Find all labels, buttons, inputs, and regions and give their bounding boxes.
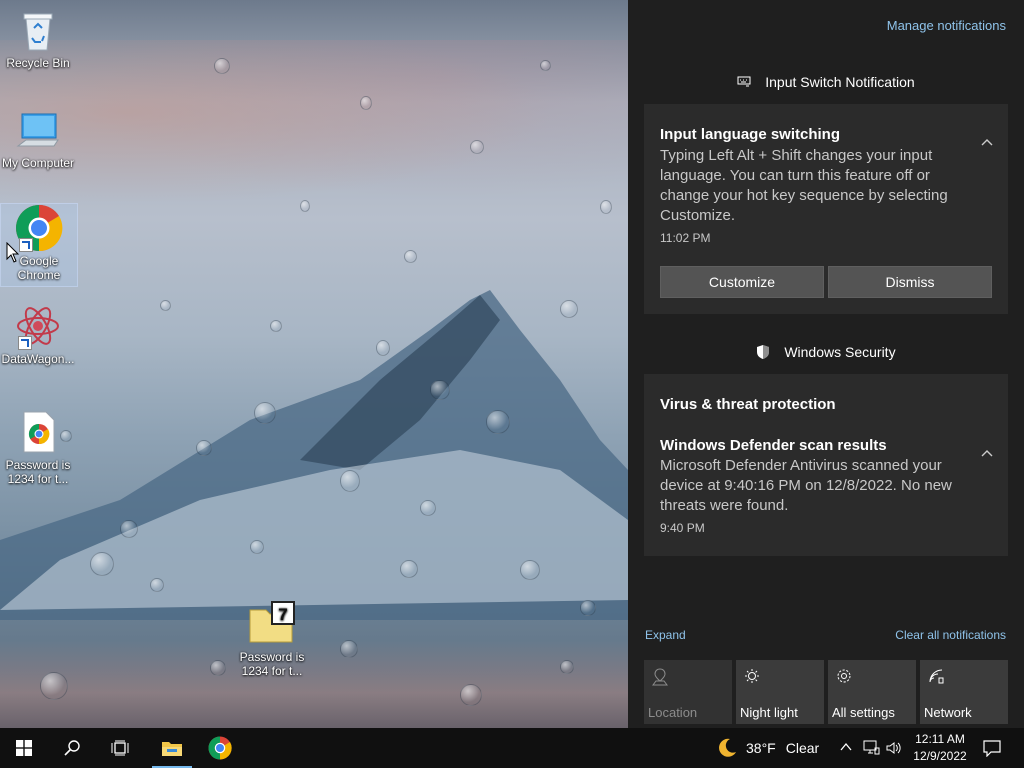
clock-time: 12:11 AM — [915, 732, 965, 746]
notification-title: Input language switching — [660, 126, 840, 143]
chevron-up-icon[interactable] — [980, 136, 994, 150]
chevron-up-icon[interactable] — [980, 447, 994, 461]
notification-input-language[interactable]: Input language switching Typing Left Alt… — [644, 104, 1008, 314]
quick-action-night-light[interactable]: Night light — [736, 660, 824, 724]
desktop-icon-password-archive[interactable]: 7 Password is 1234 for t... — [234, 600, 310, 678]
task-view-icon — [111, 740, 129, 756]
clock-date: 12/9/2022 — [913, 749, 967, 763]
desktop-icon-label: Recycle Bin — [6, 56, 70, 70]
shortcut-arrow-icon — [19, 238, 33, 252]
notification-body: Typing Left Alt + Shift changes your inp… — [660, 147, 948, 224]
notification-body: Microsoft Defender Antivirus scanned you… — [660, 457, 952, 514]
chrome-icon — [15, 204, 63, 252]
dismiss-button[interactable]: Dismiss — [828, 266, 992, 298]
desktop-icon-datawagon[interactable]: DataWagon... — [0, 302, 76, 366]
search-button[interactable] — [48, 728, 96, 768]
shield-icon — [756, 344, 770, 363]
weather-condition: Clear — [785, 740, 820, 756]
taskbar-chrome[interactable] — [196, 728, 244, 768]
group-header-input-switch: Input Switch Notification — [628, 74, 1024, 91]
quick-action-label: Night light — [740, 705, 798, 720]
action-center: Manage notifications Input Switch Notifi… — [628, 0, 1024, 728]
manage-notifications-link[interactable]: Manage notifications — [887, 18, 1006, 33]
weather-widget[interactable]: 38°F Clear — [716, 728, 819, 768]
archive-file-icon: 7 — [248, 600, 296, 648]
notification-time: 9:40 PM — [660, 521, 705, 535]
desktop[interactable]: Recycle Bin My Computer Google Chrome Da… — [0, 0, 628, 728]
chevron-up-icon[interactable] — [840, 742, 852, 752]
start-button[interactable] — [0, 728, 48, 768]
notification-time: 11:02 PM — [660, 231, 711, 245]
chrome-icon — [208, 736, 232, 760]
datawagon-icon — [14, 302, 62, 350]
desktop-icon-label: DataWagon... — [1, 352, 75, 366]
group-header-label: Input Switch Notification — [765, 74, 915, 90]
wallpaper-horizon — [0, 640, 628, 728]
quick-action-label: Network — [924, 705, 972, 720]
taskbar: 38°F Clear 12:11 AM 12/9/2022 — [0, 728, 1024, 768]
quick-action-label: Location — [648, 705, 698, 720]
taskbar-clock[interactable]: 12:11 AM 12/9/2022 — [908, 731, 972, 765]
computer-icon — [14, 106, 62, 154]
keyboard-icon — [737, 75, 751, 91]
task-view-button[interactable] — [96, 728, 144, 768]
night-light-icon — [745, 669, 759, 683]
location-icon — [652, 668, 668, 686]
desktop-icon-label: Password is 1234 for t... — [239, 650, 305, 678]
action-center-icon[interactable] — [983, 739, 1001, 757]
wired-network-icon[interactable] — [862, 740, 880, 756]
search-icon — [64, 740, 80, 756]
moon-icon — [719, 738, 736, 757]
customize-button[interactable]: Customize — [660, 266, 824, 298]
notification-defender-scan[interactable]: Virus & threat protection Windows Defend… — [644, 374, 1008, 556]
desktop-icon-my-computer[interactable]: My Computer — [0, 106, 76, 170]
windows-logo-icon — [16, 740, 32, 756]
notification-title: Windows Defender scan results — [660, 437, 887, 454]
clear-all-notifications-link[interactable]: Clear all notifications — [895, 628, 1006, 642]
recycle-bin-icon — [14, 6, 62, 54]
group-header-windows-security: Windows Security — [628, 344, 1024, 363]
mouse-cursor-icon — [6, 242, 20, 263]
svg-text:7: 7 — [278, 605, 287, 624]
desktop-icon-password-file[interactable]: Password is 1234 for t... — [0, 408, 76, 486]
gear-icon — [837, 669, 851, 683]
wallpaper-mountain — [0, 290, 628, 620]
volume-icon[interactable] — [886, 740, 902, 756]
taskbar-file-explorer[interactable] — [148, 728, 196, 768]
shortcut-arrow-icon — [18, 336, 32, 350]
weather-temperature: 38°F — [746, 740, 776, 756]
quick-action-network[interactable]: Network — [920, 660, 1008, 724]
expand-link[interactable]: Expand — [645, 628, 686, 642]
desktop-icon-recycle-bin[interactable]: Recycle Bin — [0, 6, 76, 70]
desktop-icon-label: Password is 1234 for t... — [5, 458, 71, 486]
quick-action-location[interactable]: Location — [644, 660, 732, 724]
quick-action-label: All settings — [832, 705, 895, 720]
group-header-label: Windows Security — [784, 344, 896, 361]
notification-category: Virus & threat protection — [660, 396, 836, 413]
html-file-icon — [14, 408, 62, 456]
desktop-icon-label: My Computer — [1, 156, 75, 170]
file-explorer-icon — [162, 742, 182, 756]
network-icon — [929, 669, 944, 684]
quick-action-all-settings[interactable]: All settings — [828, 660, 916, 724]
